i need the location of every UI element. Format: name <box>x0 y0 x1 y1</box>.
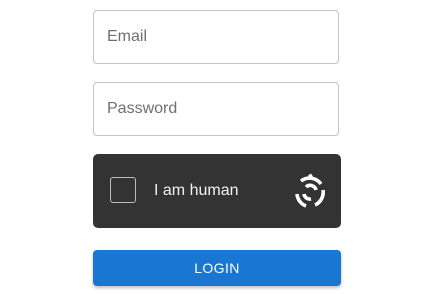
password-input[interactable] <box>94 83 338 135</box>
login-form: I am human LOGIN <box>0 0 431 294</box>
login-button[interactable]: LOGIN <box>93 250 341 286</box>
captcha-checkbox[interactable] <box>110 177 136 203</box>
email-field-container <box>93 10 339 64</box>
captcha-label: I am human <box>154 182 239 199</box>
password-field-container <box>93 82 339 136</box>
captcha-widget: I am human <box>93 154 341 228</box>
hcaptcha-logo-icon <box>295 173 325 208</box>
email-input[interactable] <box>94 11 338 63</box>
